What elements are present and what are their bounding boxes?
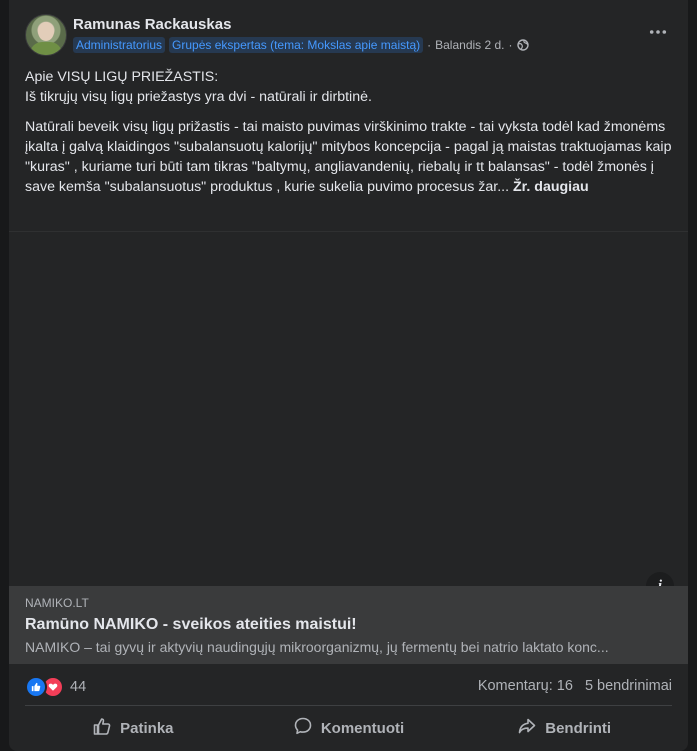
- badge-admin[interactable]: Administratorius: [73, 37, 166, 53]
- author-avatar[interactable]: [25, 14, 67, 56]
- reactions-summary[interactable]: 44: [25, 676, 86, 698]
- divider: [25, 705, 672, 706]
- avatar-shirt: [30, 42, 62, 55]
- post-line-1: Apie VISŲ LIGŲ PRIEŽASTIS:: [25, 69, 219, 85]
- post-meta: Administratorius Grupės ekspertas (tema:…: [73, 37, 529, 53]
- post-actions: Patinka Komentuoti Bendrinti: [25, 710, 672, 746]
- more-horizontal-icon[interactable]: [644, 22, 672, 42]
- globe-icon: [516, 39, 529, 51]
- post-text: Apie VISŲ LIGŲ PRIEŽASTIS: Iš tikrųjų vi…: [25, 67, 675, 207]
- link-preview[interactable]: NAMIKO.LT Ramūno NAMIKO - sveikos ateiti…: [9, 586, 688, 664]
- post-line-2: Iš tikrųjų visų ligų priežastys yra dvi …: [25, 89, 372, 105]
- post-time[interactable]: Balandis 2 d.: [435, 38, 504, 52]
- comments-count[interactable]: Komentarų: 16: [478, 678, 573, 694]
- link-domain: NAMIKO.LT: [25, 596, 89, 610]
- share-button[interactable]: Bendrinti: [456, 710, 672, 746]
- post-header: Ramunas Rackauskas Administratorius Grup…: [25, 14, 672, 58]
- meta-separator-2: ·: [508, 38, 513, 52]
- post-paragraph-2: Natūrali beveik visų ligų prižastis - ta…: [25, 117, 675, 197]
- thumbs-up-icon: [92, 716, 112, 740]
- shares-count[interactable]: 5 bendrinimai: [585, 678, 672, 694]
- author-name[interactable]: Ramunas Rackauskas: [73, 16, 231, 33]
- like-icon: [25, 676, 47, 698]
- comment-button[interactable]: Komentuoti: [241, 710, 457, 746]
- comment-icon: [293, 716, 313, 740]
- avatar-face: [38, 22, 54, 41]
- post-stats: 44 Komentarų: 16 5 bendrinimai: [25, 674, 672, 698]
- share-label: Bendrinti: [545, 719, 612, 737]
- badge-expert[interactable]: Grupės ekspertas (tema: Mokslas apie mai…: [169, 37, 424, 53]
- link-preview-image[interactable]: [9, 231, 688, 587]
- meta-separator: ·: [427, 38, 432, 52]
- comment-label: Komentuoti: [320, 719, 405, 737]
- link-description: NAMIKO – tai gyvų ir aktyvių naudingųjų …: [25, 639, 609, 655]
- share-icon: [517, 716, 537, 740]
- see-more-link[interactable]: Žr. daugiau: [513, 179, 589, 195]
- post-paragraph-1: Apie VISŲ LIGŲ PRIEŽASTIS: Iš tikrųjų vi…: [25, 67, 675, 107]
- link-title: Ramūno NAMIKO - sveikos ateities maistui…: [25, 616, 357, 633]
- reaction-count: 44: [70, 679, 87, 695]
- like-label: Patinka: [120, 719, 174, 737]
- engagement-counts: Komentarų: 16 5 bendrinimai: [478, 678, 672, 694]
- like-button[interactable]: Patinka: [25, 710, 241, 746]
- post-card: Ramunas Rackauskas Administratorius Grup…: [9, 0, 688, 751]
